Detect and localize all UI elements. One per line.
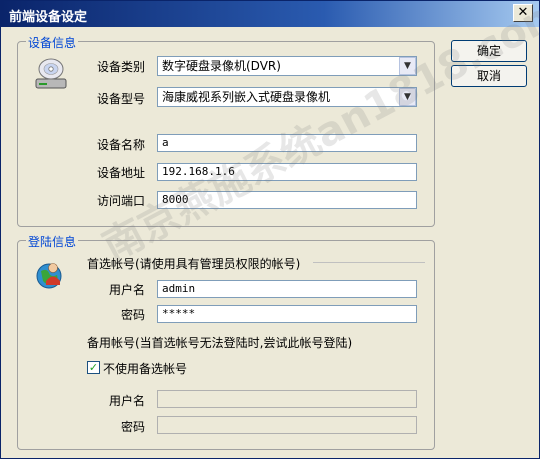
chevron-down-icon[interactable]: ▼ bbox=[399, 88, 416, 106]
device-name-label: 设备名称 bbox=[97, 138, 146, 152]
device-type-value: 数字硬盘录像机(DVR) bbox=[162, 59, 281, 73]
access-port-label: 访问端口 bbox=[97, 194, 146, 208]
login-info-legend: 登陆信息 bbox=[26, 233, 79, 250]
backup-username-input[interactable] bbox=[157, 390, 417, 408]
password-input[interactable]: ***** bbox=[157, 305, 417, 323]
ok-button[interactable]: 确定 bbox=[451, 40, 527, 62]
device-settings-dialog: 前端设备设定 ✕ 设备信息 设备类别 数字硬盘录像机(DVR) ▼ 设备型号 海… bbox=[0, 0, 540, 459]
device-name-input[interactable]: a bbox=[157, 134, 417, 152]
backup-account-header: 备用帐号(当首选帐号无法登陆时,尝试此帐号登陆) bbox=[87, 336, 353, 350]
device-type-label: 设备类别 bbox=[97, 60, 146, 74]
device-info-legend: 设备信息 bbox=[26, 34, 79, 51]
device-type-select[interactable]: 数字硬盘录像机(DVR) ▼ bbox=[157, 56, 417, 76]
checkmark-icon: ✓ bbox=[88, 361, 99, 374]
primary-account-header: 首选帐号(请使用具有管理员权限的帐号) bbox=[87, 257, 301, 271]
device-address-label: 设备地址 bbox=[97, 166, 146, 180]
cancel-button[interactable]: 取消 bbox=[451, 65, 527, 87]
no-backup-label[interactable]: 不使用备选帐号 bbox=[103, 360, 187, 377]
backup-username-label: 用户名 bbox=[109, 394, 146, 408]
close-icon: ✕ bbox=[517, 5, 529, 20]
title-bar[interactable]: 前端设备设定 ✕ bbox=[1, 1, 539, 27]
close-button[interactable]: ✕ bbox=[513, 4, 533, 22]
username-label: 用户名 bbox=[109, 283, 146, 297]
window-title: 前端设备设定 bbox=[9, 10, 88, 25]
chevron-down-icon[interactable]: ▼ bbox=[399, 57, 416, 75]
no-backup-checkbox[interactable]: ✓ bbox=[87, 361, 100, 374]
device-model-label: 设备型号 bbox=[97, 92, 146, 106]
user-globe-icon bbox=[36, 263, 62, 289]
username-input[interactable]: admin bbox=[157, 280, 417, 298]
device-model-value: 海康威视系列嵌入式硬盘录像机 bbox=[162, 90, 331, 104]
backup-password-input[interactable] bbox=[157, 416, 417, 434]
device-model-select[interactable]: 海康威视系列嵌入式硬盘录像机 ▼ bbox=[157, 87, 417, 107]
disc-drive-icon bbox=[35, 58, 67, 89]
primary-separator bbox=[313, 262, 425, 263]
backup-password-label: 密码 bbox=[121, 420, 146, 434]
password-label: 密码 bbox=[121, 308, 146, 322]
access-port-input[interactable]: 8000 bbox=[157, 191, 417, 209]
device-address-input[interactable]: 192.168.1.6 bbox=[157, 163, 417, 181]
